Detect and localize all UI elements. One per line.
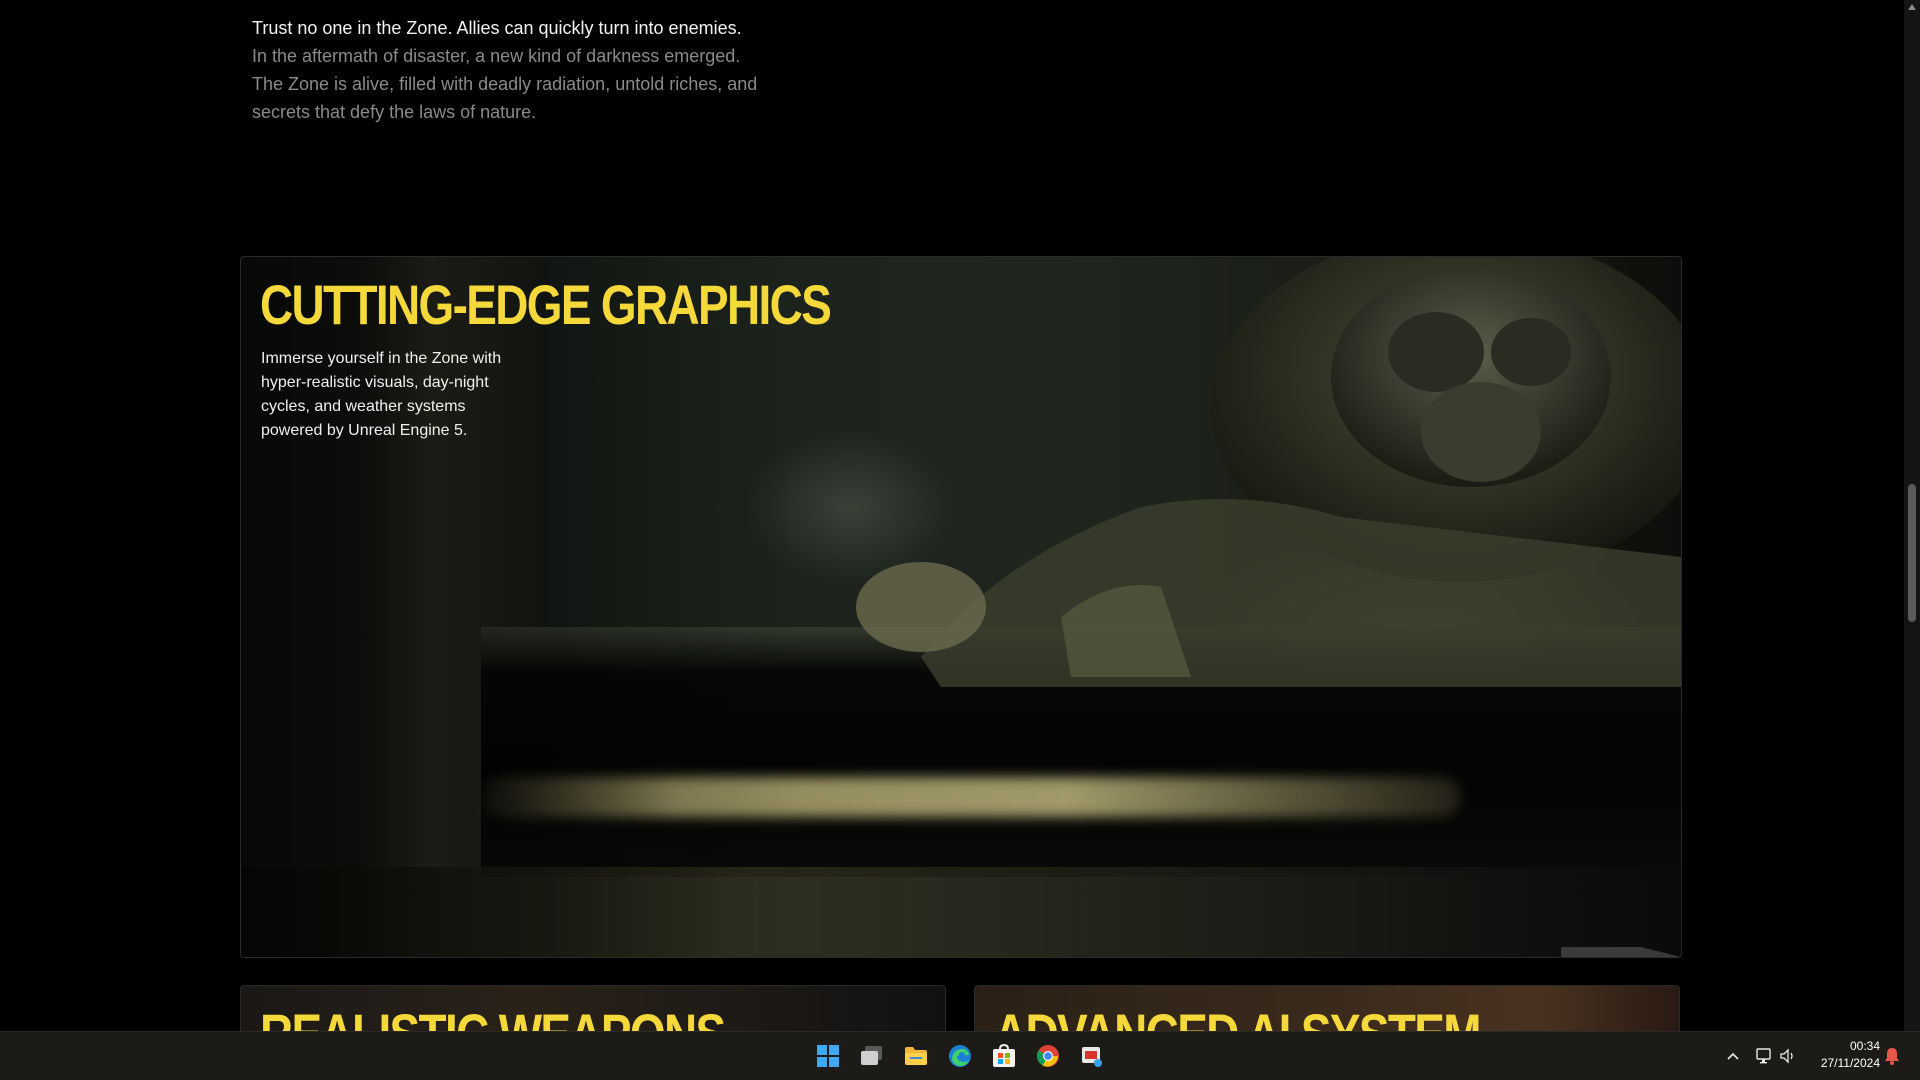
intro-section: Trust no one in the Zone. Allies can qui… [252,14,772,126]
windows-start-icon[interactable] [815,1043,841,1069]
taskbar-clock[interactable]: 00:34 27/11/2024 [1800,1038,1880,1072]
chevron-up-icon[interactable] [1723,1046,1743,1066]
vertical-scrollbar[interactable] [1904,0,1920,1031]
intro-lead-text: Trust no one in the Zone. Allies can qui… [252,18,742,38]
clock-time: 00:34 [1849,1039,1880,1053]
background-light-glow [481,777,1461,817]
feature-card-ai[interactable]: ADVANCED AI SYSTEM [974,985,1680,1031]
microsoft-store-icon[interactable] [991,1043,1017,1069]
feature-description: Immerse yourself in the Zone with hyper-… [261,350,502,439]
volume-icon[interactable] [1778,1046,1798,1066]
feature-title: CUTTING-EDGE GRAPHICS [260,273,832,336]
edge-icon[interactable] [947,1043,973,1069]
network-icon[interactable] [1755,1046,1775,1066]
task-view-icon[interactable] [859,1043,885,1069]
background-rail [481,627,1681,877]
chrome-icon[interactable] [1035,1043,1061,1069]
snipping-tool-icon[interactable] [1079,1043,1105,1069]
clock-date: 27/11/2024 [1820,1056,1880,1070]
notification-icon[interactable] [1882,1046,1902,1066]
feature-card-title: REALISTIC WEAPONS [260,1002,726,1031]
feature-card-title: ADVANCED AI SYSTEM [994,1002,1481,1031]
feature-card-graphics[interactable]: CUTTING-EDGE GRAPHICS Immerse yourself i… [240,256,1682,958]
windows-taskbar: 00:34 27/11/2024 [0,1031,1920,1080]
web-page: Trust no one in the Zone. Allies can qui… [0,0,1904,1031]
file-explorer-icon[interactable] [903,1043,929,1069]
scroll-up-arrow-icon[interactable] [1908,4,1916,10]
background-floor [241,867,1681,957]
scrollbar-thumb[interactable] [1908,484,1916,622]
intro-body-text: In the aftermath of disaster, a new kind… [252,46,758,122]
feature-card-weapons[interactable]: REALISTIC WEAPONS [240,985,946,1031]
